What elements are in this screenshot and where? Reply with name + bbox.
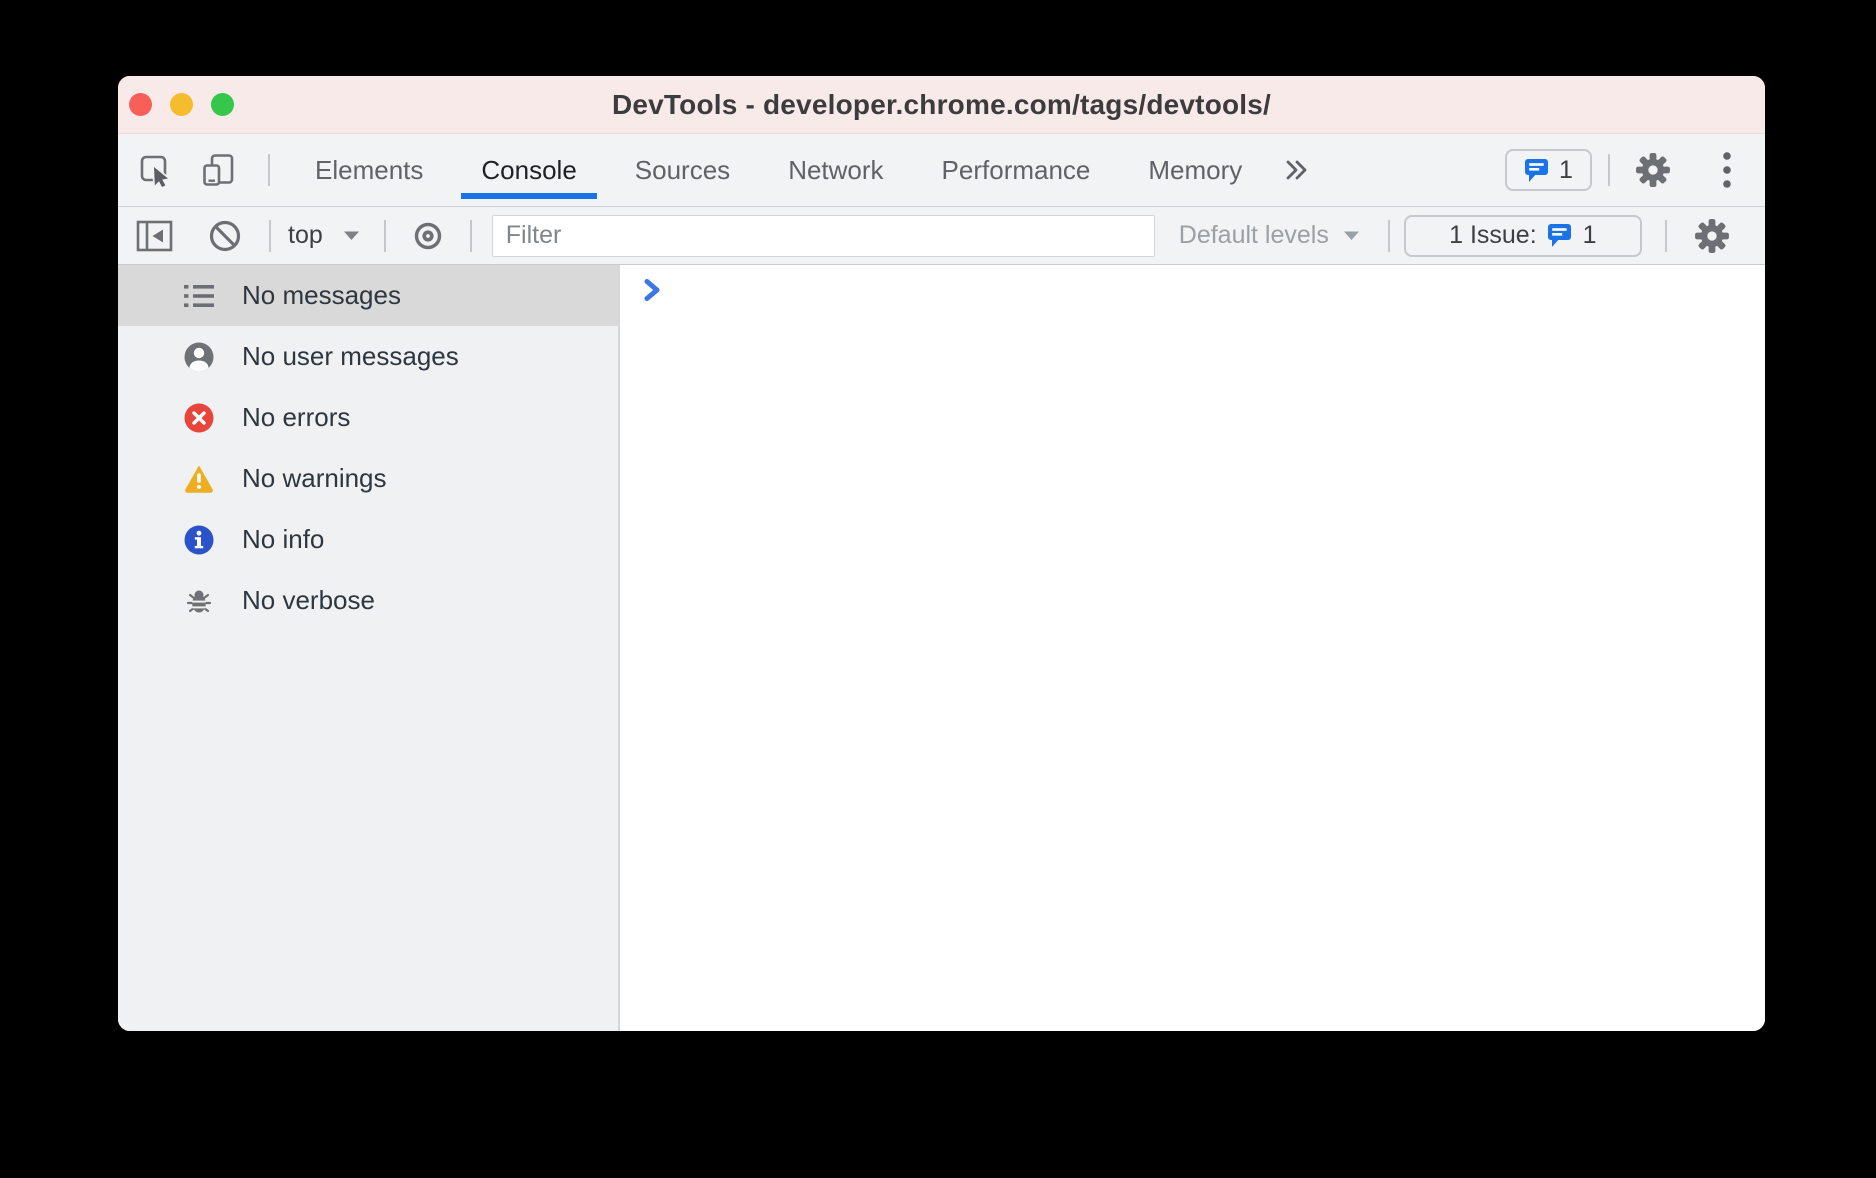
tab-network[interactable]: Network <box>759 134 912 206</box>
console-sidebar-toggle-icon[interactable] <box>136 220 173 252</box>
console-settings-gear-icon[interactable] <box>1694 218 1730 254</box>
issue-summary-badge[interactable]: 1 Issue: 1 <box>1404 215 1642 257</box>
titlebar: DevTools - developer.chrome.com/tags/dev… <box>118 76 1765 134</box>
issue-summary-count: 1 <box>1583 221 1597 250</box>
error-icon <box>184 403 214 433</box>
chevron-right-prompt-icon[interactable] <box>643 278 661 307</box>
kebab-menu-icon[interactable] <box>1713 152 1741 188</box>
divider <box>268 154 270 186</box>
main-tabbar: Elements Console Sources Network Perform… <box>118 134 1765 207</box>
divider <box>1665 220 1667 252</box>
console-content: No messages No user messages <box>118 265 1765 1031</box>
more-tabs-icon[interactable] <box>1281 155 1311 185</box>
issues-count-badge[interactable]: 1 <box>1505 149 1592 191</box>
issues-count: 1 <box>1559 156 1573 185</box>
context-selector-dropdown[interactable]: top <box>288 221 360 250</box>
sidebar-item-verbose[interactable]: No verbose <box>118 570 618 631</box>
sidebar-item-all-messages[interactable]: No messages <box>118 265 618 326</box>
filter-input[interactable] <box>492 215 1155 257</box>
tab-elements[interactable]: Elements <box>286 134 452 206</box>
window-title: DevTools - developer.chrome.com/tags/dev… <box>612 89 1271 121</box>
verbose-bug-icon <box>184 586 214 616</box>
minimize-button[interactable] <box>170 93 193 116</box>
panel-tabs: Elements Console Sources Network Perform… <box>278 134 1271 206</box>
divider <box>269 220 271 252</box>
inspect-element-icon[interactable] <box>139 153 173 187</box>
sidebar-item-errors[interactable]: No errors <box>118 387 618 448</box>
console-messages-area[interactable] <box>620 265 1765 1031</box>
console-toolbar: top Default levels 1 Issue: <box>118 207 1765 265</box>
issues-chat-icon <box>1547 223 1573 248</box>
tab-memory[interactable]: Memory <box>1119 134 1271 206</box>
list-icon <box>184 281 214 311</box>
warning-icon <box>184 464 214 494</box>
tab-sources[interactable]: Sources <box>606 134 759 206</box>
sidebar-item-warnings[interactable]: No warnings <box>118 448 618 509</box>
device-toolbar-icon[interactable] <box>201 153 235 187</box>
chevron-down-icon <box>343 230 360 241</box>
divider <box>470 220 472 252</box>
zoom-button[interactable] <box>211 93 234 116</box>
sidebar-item-user-messages[interactable]: No user messages <box>118 326 618 387</box>
settings-gear-icon[interactable] <box>1635 152 1671 188</box>
tab-performance[interactable]: Performance <box>913 134 1120 206</box>
console-sidebar: No messages No user messages <box>118 265 620 1031</box>
divider <box>384 220 386 252</box>
issues-chat-icon <box>1524 158 1550 183</box>
divider <box>1608 154 1610 186</box>
chevron-down-icon <box>1343 230 1360 241</box>
issue-summary-label: 1 Issue: <box>1449 221 1537 250</box>
divider <box>1388 220 1390 252</box>
tab-console[interactable]: Console <box>452 134 605 206</box>
sidebar-item-info[interactable]: No info <box>118 509 618 570</box>
clear-console-icon[interactable] <box>207 218 243 254</box>
user-icon <box>184 342 214 372</box>
close-button[interactable] <box>129 93 152 116</box>
window-controls <box>129 76 234 133</box>
info-icon <box>184 525 214 555</box>
devtools-window: DevTools - developer.chrome.com/tags/dev… <box>118 76 1765 1031</box>
log-levels-dropdown[interactable]: Default levels <box>1179 221 1360 250</box>
eye-icon[interactable] <box>410 220 446 252</box>
